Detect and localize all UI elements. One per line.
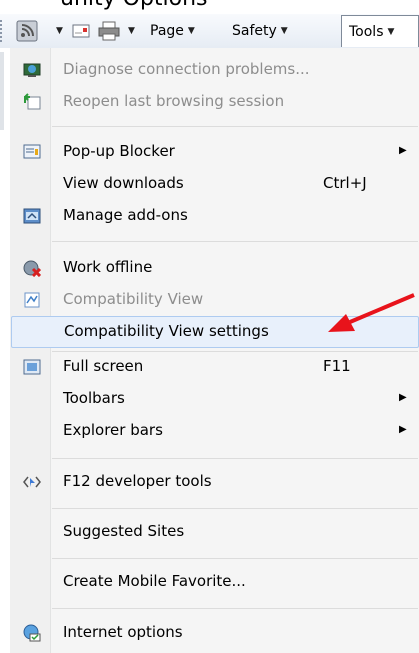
menu-item-reopen-session[interactable]: Reopen last browsing session: [11, 87, 419, 117]
menu-item-label: Explorer bars: [63, 421, 163, 439]
developer-tools-icon: [23, 476, 41, 488]
mail-icon: [72, 24, 90, 38]
submenu-arrow-icon: ▶: [399, 392, 407, 403]
menu-item-label: Manage add-ons: [63, 206, 188, 224]
window-edge: [0, 52, 4, 130]
chevron-down-icon: ▼: [56, 26, 63, 36]
menu-separator: [52, 126, 418, 127]
menu-item-compatibility-view[interactable]: Compatibility View: [11, 285, 419, 315]
menu-separator: [52, 558, 418, 559]
window-caption: unity Options: [60, 0, 208, 11]
menu-item-shortcut: F11: [323, 357, 351, 375]
menu-item-label: Compatibility View: [63, 290, 204, 308]
menu-item-diagnose-connection[interactable]: Diagnose connection problems...: [11, 55, 419, 85]
menu-item-create-mobile-favorite[interactable]: Create Mobile Favorite...: [11, 567, 419, 597]
menu-item-label: Internet options: [63, 623, 183, 641]
safety-menu-button[interactable]: Safety ▼: [232, 14, 288, 48]
menu-item-label: Reopen last browsing session: [63, 92, 285, 110]
rss-feeds-button[interactable]: [16, 14, 38, 48]
rss-dropdown[interactable]: ▼: [52, 14, 63, 48]
menu-item-explorer-bars[interactable]: Explorer bars ▶: [11, 416, 419, 446]
print-button[interactable]: [98, 14, 120, 48]
menu-item-label: F12 developer tools: [63, 472, 212, 490]
safety-menu-label: Safety: [232, 23, 277, 39]
chevron-down-icon: ▼: [128, 26, 135, 36]
menu-item-label: Create Mobile Favorite...: [63, 572, 246, 590]
menu-item-full-screen[interactable]: Full screen F11: [11, 352, 419, 382]
chevron-down-icon: ▼: [187, 26, 195, 36]
print-dropdown[interactable]: ▼: [124, 14, 135, 48]
chevron-down-icon: ▼: [387, 26, 395, 37]
page-menu-label: Page: [150, 23, 184, 39]
fullscreen-icon: [23, 359, 41, 375]
menu-item-view-downloads[interactable]: View downloads Ctrl+J: [11, 169, 419, 199]
menu-item-label: Work offline: [63, 258, 153, 276]
reopen-session-icon: [24, 93, 41, 110]
menu-item-label: Pop-up Blocker: [63, 142, 175, 160]
page-menu-button[interactable]: Page ▼: [150, 14, 195, 48]
compatibility-view-icon: [24, 292, 40, 308]
network-diagnose-icon: [23, 63, 41, 77]
menu-item-work-offline[interactable]: Work offline: [11, 253, 419, 283]
separator-grip: [0, 14, 5, 48]
window-caption-strip: unity Options: [0, 0, 419, 14]
popup-blocker-icon: [23, 144, 41, 159]
menu-item-label: Compatibility View settings: [64, 322, 269, 340]
menu-item-f12-developer-tools[interactable]: F12 developer tools: [11, 467, 419, 497]
tools-menu-label: Tools: [349, 23, 384, 40]
menu-separator: [52, 608, 418, 609]
menu-item-label: View downloads: [63, 174, 184, 192]
read-mail-button[interactable]: [72, 14, 90, 48]
internet-options-icon: [23, 624, 41, 642]
printer-icon: [98, 21, 120, 41]
submenu-arrow-icon: ▶: [399, 145, 407, 156]
menu-item-shortcut: Ctrl+J: [323, 174, 367, 192]
menu-item-compatibility-view-settings[interactable]: Compatibility View settings: [11, 316, 419, 348]
submenu-arrow-icon: ▶: [399, 424, 407, 435]
rss-feed-icon: [16, 20, 38, 42]
addons-icon: [23, 208, 41, 224]
menu-item-label: Toolbars: [63, 389, 125, 407]
menu-item-internet-options[interactable]: Internet options: [11, 618, 419, 648]
menu-item-toolbars[interactable]: Toolbars ▶: [11, 384, 419, 414]
menu-separator: [52, 241, 418, 242]
menu-item-label: Suggested Sites: [63, 522, 185, 540]
menu-separator: [52, 508, 418, 509]
chevron-down-icon: ▼: [280, 26, 288, 36]
menu-item-popup-blocker[interactable]: Pop-up Blocker ▶: [11, 137, 419, 167]
menu-separator: [52, 458, 418, 459]
work-offline-icon: [23, 260, 41, 277]
menu-item-manage-addons[interactable]: Manage add-ons: [11, 201, 419, 231]
menu-item-suggested-sites[interactable]: Suggested Sites: [11, 517, 419, 547]
menu-item-label: Diagnose connection problems...: [63, 60, 310, 78]
tools-menu-button[interactable]: Tools ▼: [341, 15, 419, 47]
menu-item-label: Full screen: [63, 357, 144, 375]
